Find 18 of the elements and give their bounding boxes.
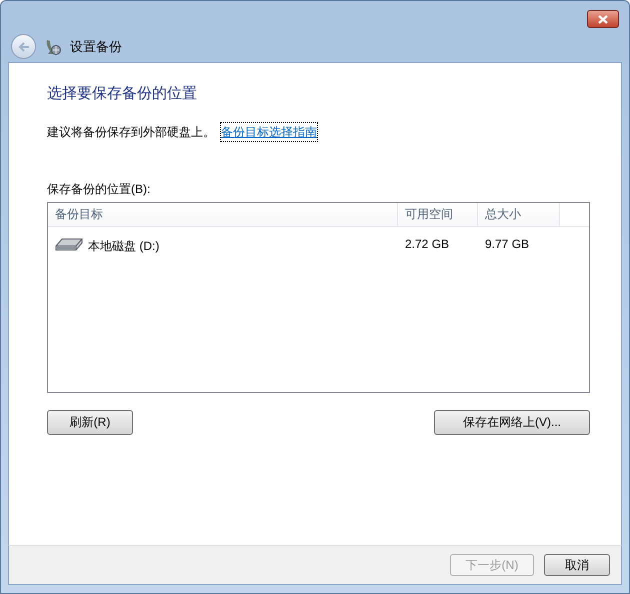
refresh-button[interactable]: 刷新(R) xyxy=(47,410,133,434)
guide-link[interactable]: 备份目标选择指南 xyxy=(221,122,317,140)
intro-text: 建议将备份保存到外部硬盘上。 xyxy=(47,124,215,140)
close-icon xyxy=(598,14,608,24)
column-header[interactable]: 可用空间 xyxy=(398,202,478,226)
column-header[interactable]: 备份目标 xyxy=(48,202,398,226)
page-heading: 选择要保存备份的位置 xyxy=(47,84,198,104)
window-title: 设置备份 xyxy=(70,38,122,56)
table-cell-text: 2.72 GB xyxy=(404,236,450,252)
backup-icon xyxy=(44,38,62,56)
column-header[interactable]: 总大小 xyxy=(478,202,560,226)
close-button[interactable] xyxy=(587,10,619,28)
cancel-button[interactable]: 取消 xyxy=(544,554,610,576)
save-on-network-button[interactable]: 保存在网络上(V)... xyxy=(434,410,590,434)
drive-name[interactable]: 本地磁盘 (D:) xyxy=(88,236,160,254)
table-cell-text: 9.77 GB xyxy=(484,236,530,252)
list-label: 保存备份的位置(B): xyxy=(47,180,152,198)
back-arrow-icon xyxy=(18,42,30,52)
